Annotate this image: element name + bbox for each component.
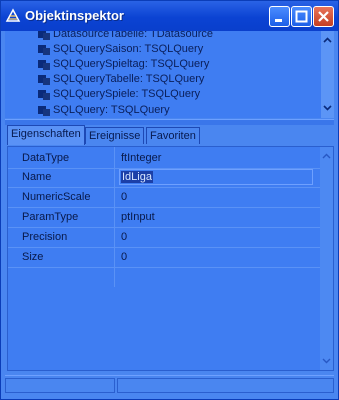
datasource-icon xyxy=(38,31,50,40)
inspector-tabs: Eigenschaften Ereignisse Favoriten xyxy=(5,125,334,145)
query-icon xyxy=(38,45,50,55)
property-row[interactable]: ParamType ptInput xyxy=(8,208,320,228)
lazarus-app-icon xyxy=(5,8,21,22)
maximize-button[interactable] xyxy=(291,6,312,27)
query-icon xyxy=(38,75,50,85)
component-tree[interactable]: DatasourceTabelle: TDatasource SQLQueryS… xyxy=(5,31,334,118)
close-icon xyxy=(318,11,329,22)
tree-item-label: SQLQuerySaison: TSQLQuery xyxy=(53,43,204,55)
property-name: Size xyxy=(22,251,44,263)
query-icon xyxy=(38,60,50,70)
property-row[interactable]: Name IdLiga xyxy=(8,168,320,188)
status-segment xyxy=(5,378,115,393)
tree-item-label: SQLQuery: TSQLQuery xyxy=(53,104,170,116)
object-inspector-window: Objektinspektor DatasourceTabelle: TData… xyxy=(0,0,339,400)
property-value[interactable]: IdLiga xyxy=(121,171,153,183)
minimize-icon xyxy=(275,19,282,22)
property-row[interactable]: Size 0 xyxy=(8,248,320,268)
property-value[interactable]: ptInput xyxy=(121,211,155,223)
property-value[interactable]: 0 xyxy=(121,251,127,263)
close-button[interactable] xyxy=(313,6,334,27)
query-icon xyxy=(38,106,50,116)
property-row[interactable]: NumericScale 0 xyxy=(8,188,320,208)
grid-scrollbar[interactable] xyxy=(320,147,333,370)
scroll-up-icon[interactable] xyxy=(321,34,334,47)
property-grid: DataType ftInteger Name IdLiga NumericSc… xyxy=(7,146,334,371)
property-name: Name xyxy=(22,171,52,183)
tree-scrollbar[interactable] xyxy=(321,31,334,118)
maximize-icon xyxy=(295,10,308,23)
property-value-editor[interactable]: IdLiga xyxy=(119,169,313,185)
tab-properties[interactable]: Eigenschaften xyxy=(7,125,85,145)
scroll-up-icon[interactable] xyxy=(320,150,333,163)
tab-events[interactable]: Ereignisse xyxy=(85,127,145,144)
query-icon xyxy=(38,90,50,100)
property-value[interactable]: 0 xyxy=(121,191,127,203)
property-name: Precision xyxy=(22,231,68,243)
title-bar[interactable]: Objektinspektor xyxy=(1,1,338,31)
tree-item-label: SQLQuerySpieltag: TSQLQuery xyxy=(53,58,210,70)
property-name: ParamType xyxy=(22,211,79,223)
tree-item-label: SQLQuerySpiele: TSQLQuery xyxy=(53,88,201,100)
status-segment xyxy=(117,378,334,393)
property-row[interactable]: DataType ftInteger xyxy=(8,149,320,169)
tree-item-label: DatasourceTabelle: TDatasource xyxy=(53,31,213,40)
property-name: DataType xyxy=(22,152,70,164)
minimize-button[interactable] xyxy=(269,6,290,27)
window-title: Objektinspektor xyxy=(25,8,124,23)
property-row[interactable]: Precision 0 xyxy=(8,228,320,248)
tab-favorites[interactable]: Favoriten xyxy=(146,127,200,144)
scroll-down-icon[interactable] xyxy=(321,101,334,114)
scroll-down-icon[interactable] xyxy=(320,354,333,367)
property-name: NumericScale xyxy=(22,191,91,203)
status-bar xyxy=(5,375,334,396)
tree-item-label: SQLQueryTabelle: TSQLQuery xyxy=(53,73,205,85)
property-value[interactable]: ftInteger xyxy=(121,152,161,164)
property-value[interactable]: 0 xyxy=(121,231,127,243)
